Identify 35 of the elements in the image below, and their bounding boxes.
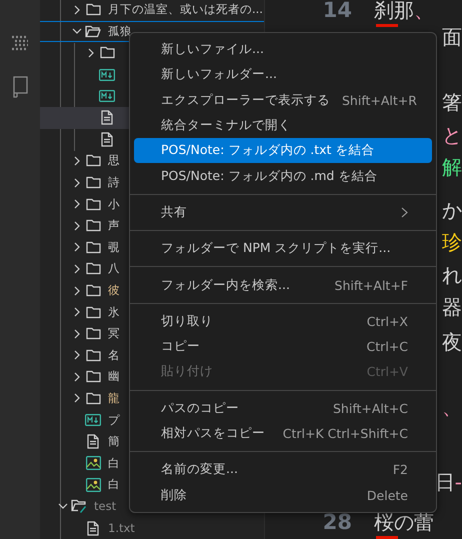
tree-item-label: 彼 [108, 283, 120, 298]
editor-text: 解 [442, 154, 462, 180]
tree-item-label: 小 [108, 196, 120, 212]
editor-text: と [442, 122, 462, 148]
line-number: 14 [322, 0, 352, 22]
tree-item-label: 思 [108, 153, 120, 168]
tree-item-label: 八 [108, 261, 120, 276]
tree-item-label: 孤狼 [108, 24, 132, 39]
editor-text: か [442, 197, 462, 223]
tree-item-label: プ [108, 412, 120, 428]
editor-text: 、 [442, 394, 462, 420]
editor-text: 珍 [442, 229, 462, 255]
tree-item-label: 簡 [108, 434, 120, 450]
tree-item-label: 白 [108, 456, 120, 471]
tree-item-label: 1.txt [108, 521, 135, 536]
line-number: 28 [322, 510, 352, 534]
editor-text: れ [442, 262, 462, 288]
tree-item-label: 冥 [108, 326, 120, 342]
tree-item-label: 詩 [108, 175, 120, 190]
tree-item-label: 声 [108, 218, 120, 234]
tree-item-label: test [94, 499, 116, 514]
tree-item-label: 氷 [108, 304, 120, 320]
editor-text: 刹那、 [374, 0, 434, 23]
tree-item-label: 幽 [108, 369, 120, 384]
tree-item-label: 名 [108, 348, 120, 363]
editor-text: 箸 [442, 89, 462, 115]
tree-item-label: 白 [108, 477, 120, 492]
editor-text: 器 [442, 294, 462, 320]
editor-text: 桜の蕾 [374, 509, 434, 535]
tree-item-label: 龍 [108, 390, 120, 406]
editor-text: 日- [434, 469, 462, 495]
tree-item-label: 覗 [108, 240, 120, 255]
editor-text: 夜 [442, 329, 462, 355]
tree-item-label: 月下の温室、或いは死者の... [108, 2, 263, 18]
editor-text: 面 [442, 24, 462, 50]
